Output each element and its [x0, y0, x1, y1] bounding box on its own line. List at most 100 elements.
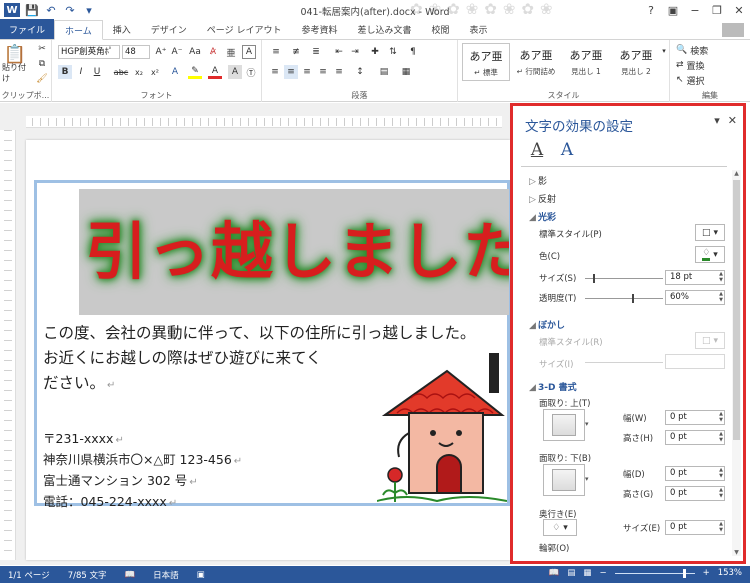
style-heading-1[interactable]: あア亜 見出し 1 — [562, 43, 610, 81]
glow-size-input[interactable]: 18 pt ▲ ▼ — [665, 270, 725, 285]
grow-font-icon[interactable]: A⁺ — [154, 45, 168, 59]
text-fill-outline-tab-icon[interactable]: A — [527, 140, 547, 160]
cut-icon[interactable]: ✂ — [36, 42, 48, 56]
house-illustration[interactable] — [377, 353, 507, 503]
top-bevel-dropdown[interactable] — [543, 409, 585, 441]
character-shading-icon[interactable]: A — [228, 65, 242, 79]
phonetic-guide-icon[interactable]: 亜 — [224, 45, 238, 59]
zoom-in-button[interactable]: + — [703, 568, 710, 578]
decrease-indent-icon[interactable]: ⇤ — [332, 45, 346, 59]
zoom-slider-knob[interactable] — [682, 568, 686, 578]
glow-transparency-input[interactable]: 60% ▲ ▼ — [665, 290, 725, 305]
proofing-icon[interactable]: 📖 — [125, 570, 136, 580]
pane-close-icon[interactable]: ✕ — [728, 114, 737, 127]
align-right-icon[interactable]: ≡ — [300, 65, 314, 79]
change-case-icon[interactable]: Aa — [188, 45, 202, 59]
tab-page-layout[interactable]: ページ レイアウト — [197, 20, 292, 39]
close-button[interactable]: ✕ — [728, 0, 750, 20]
slider-knob[interactable] — [593, 274, 595, 283]
tab-references[interactable]: 参考資料 — [291, 20, 347, 39]
print-layout-icon[interactable]: ▤ — [567, 568, 575, 578]
styles-more-icon[interactable]: ▾ — [660, 44, 668, 58]
numbering-icon[interactable]: ≢ — [288, 45, 304, 59]
shrink-font-icon[interactable]: A⁻ — [170, 45, 184, 59]
scroll-down-icon[interactable]: ▼ — [732, 549, 741, 556]
banner-wordart[interactable]: 引っ越しました — [79, 189, 509, 315]
tab-mailings[interactable]: 差し込み文書 — [347, 20, 421, 39]
word-count[interactable]: 7/85 文字 — [68, 569, 107, 581]
bottom-height-input[interactable]: 0 pt ▲ ▼ — [665, 486, 725, 501]
bold-button[interactable]: B — [58, 65, 72, 79]
strikethrough-button[interactable]: abc — [112, 65, 130, 79]
zoom-level[interactable]: 153% — [718, 568, 742, 578]
text-box[interactable]: 引っ越しました この度、会社の異動に伴って、以下の住所に引っ越しました。 お近く… — [34, 180, 510, 509]
chevron-down-icon[interactable]: ▾ — [585, 475, 589, 483]
tab-view[interactable]: 表示 — [460, 20, 498, 39]
glow-preset-dropdown[interactable]: □ ▾ — [695, 224, 725, 241]
enclose-characters-icon[interactable]: Ⓣ — [244, 65, 258, 79]
bottom-width-input[interactable]: 0 pt ▲ ▼ — [665, 466, 725, 481]
section-shadow[interactable]: ▷ 影 — [529, 174, 547, 187]
top-width-input[interactable]: 0 pt ▲ ▼ — [665, 410, 725, 425]
glow-transparency-slider[interactable] — [585, 294, 663, 303]
section-reflection[interactable]: ▷ 反射 — [529, 192, 556, 205]
web-layout-icon[interactable]: ▦ — [583, 568, 591, 578]
paste-button[interactable]: 貼り付け — [2, 63, 32, 83]
line-spacing-icon[interactable]: ↕ — [352, 65, 368, 79]
scroll-up-icon[interactable]: ▲ — [732, 170, 741, 177]
spin-arrows-icon[interactable]: ▲ ▼ — [719, 467, 723, 479]
minimize-button[interactable]: − — [684, 0, 706, 20]
underline-button[interactable]: U — [90, 65, 104, 79]
font-name-combo[interactable]: HGP創英角ﾎﾟ — [58, 45, 120, 59]
zoom-slider[interactable] — [614, 568, 695, 578]
zoom-out-button[interactable]: − — [599, 568, 606, 578]
borders-icon[interactable]: ▦ — [398, 65, 414, 79]
replace-button[interactable]: ⇄ 置換 — [676, 58, 736, 72]
section-soft-edges[interactable]: ◢ ぼかし — [529, 318, 565, 331]
top-height-input[interactable]: 0 pt ▲ ▼ — [665, 430, 725, 445]
read-mode-icon[interactable]: 📖 — [549, 568, 560, 578]
macro-icon[interactable]: ▣ — [197, 570, 205, 580]
slider-knob[interactable] — [632, 294, 634, 303]
multilevel-list-icon[interactable]: ≣ — [308, 45, 324, 59]
soft-size-slider[interactable] — [585, 362, 663, 363]
soft-preset-dropdown[interactable]: □ ▾ — [695, 332, 725, 349]
depth-size-input[interactable]: 0 pt ▲ ▼ — [665, 520, 725, 535]
glow-color-dropdown[interactable]: ♢ ▾ — [695, 246, 725, 263]
document-page[interactable]: 引っ越しました この度、会社の異動に伴って、以下の住所に引っ越しました。 お近く… — [26, 140, 510, 560]
spin-arrows-icon[interactable]: ▲ ▼ — [719, 291, 723, 303]
align-center-icon[interactable]: ≡ — [284, 65, 298, 79]
pane-options-icon[interactable]: ▾ — [714, 114, 720, 127]
text-effects-icon[interactable]: A — [168, 65, 182, 79]
clear-formatting-icon[interactable]: A̷ — [206, 45, 220, 59]
format-painter-icon[interactable]: 🖌 — [36, 72, 48, 86]
shading-icon[interactable]: ▤ — [376, 65, 392, 79]
italic-button[interactable]: I — [74, 65, 88, 79]
show-marks-icon[interactable]: ¶ — [406, 45, 420, 59]
distributed-icon[interactable]: ≡ — [332, 65, 346, 79]
style-no-spacing[interactable]: あア亜 ↵ 行間詰め — [512, 43, 560, 81]
tab-review[interactable]: 校閲 — [422, 20, 460, 39]
user-account[interactable] — [722, 23, 744, 37]
depth-color-dropdown[interactable]: ♢ ▾ — [543, 519, 577, 536]
text-effects-tab-icon[interactable]: A — [557, 140, 577, 160]
increase-indent-icon[interactable]: ⇥ — [348, 45, 362, 59]
chevron-down-icon[interactable]: ▾ — [585, 420, 589, 428]
soft-size-input[interactable] — [665, 354, 725, 369]
spin-arrows-icon[interactable]: ▲ ▼ — [719, 271, 723, 283]
spin-arrows-icon[interactable]: ▲ ▼ — [719, 521, 723, 533]
justify-icon[interactable]: ≡ — [316, 65, 330, 79]
font-size-combo[interactable]: 48 — [122, 45, 150, 59]
address-block[interactable]: 〒231-xxxx ↵ 神奈川県横浜市〇×△町 123-456 ↵ 富士通マンション… — [43, 429, 242, 513]
tab-design[interactable]: デザイン — [141, 20, 197, 39]
style-normal[interactable]: あア亜 ↵ 標準 — [462, 43, 510, 81]
tab-insert[interactable]: 挿入 — [103, 20, 141, 39]
horizontal-ruler[interactable] — [26, 116, 502, 128]
copy-icon[interactable]: ⧉ — [36, 57, 48, 71]
glow-size-slider[interactable] — [585, 274, 663, 283]
help-button[interactable]: ? — [640, 0, 662, 20]
font-color-icon[interactable]: A — [208, 65, 222, 79]
language-indicator[interactable]: 日本語 — [153, 569, 179, 581]
spin-arrows-icon[interactable]: ▲ ▼ — [719, 487, 723, 499]
style-heading-2[interactable]: あア亜 見出し 2 — [612, 43, 660, 81]
